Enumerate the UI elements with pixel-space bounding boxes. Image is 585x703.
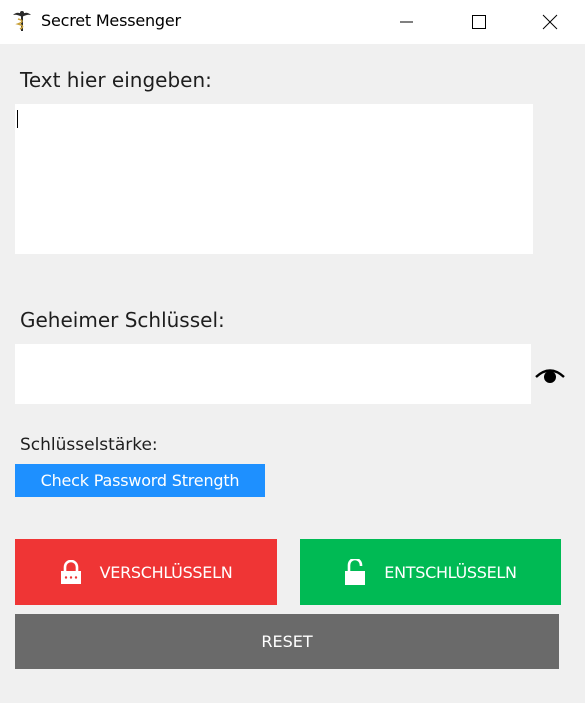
secret-key-input[interactable] [15,344,531,404]
title-bar[interactable]: Secret Messenger [0,0,585,44]
maximize-button[interactable] [456,0,502,44]
key-strength-label: Schlüsselstärke: [20,435,158,455]
check-password-strength-button[interactable]: Check Password Strength [15,464,265,497]
lock-closed-icon [60,560,81,584]
encrypt-label: VERSCHLÜSSELN [99,562,233,582]
minimize-icon [400,21,413,23]
reset-button[interactable]: RESET [15,614,559,669]
message-label: Text hier eingeben: [20,68,212,92]
minimize-button[interactable] [384,0,430,44]
show-key-toggle[interactable] [535,365,565,385]
reset-label: RESET [261,632,313,651]
secret-key-label: Geheimer Schlüssel: [20,308,225,332]
caduceus-icon [12,10,32,32]
window-title: Secret Messenger [41,11,181,30]
encrypt-button[interactable]: VERSCHLÜSSELN [15,539,277,605]
lock-open-icon [345,559,366,585]
decrypt-label: ENTSCHLÜSSELN [384,562,517,582]
text-caret [17,110,18,128]
decrypt-button[interactable]: ENTSCHLÜSSELN [300,539,561,605]
close-icon [542,14,558,30]
close-button[interactable] [527,0,573,44]
message-input[interactable] [15,104,533,254]
check-password-strength-label: Check Password Strength [40,471,240,490]
eye-icon [535,369,565,383]
maximize-icon [472,15,486,29]
